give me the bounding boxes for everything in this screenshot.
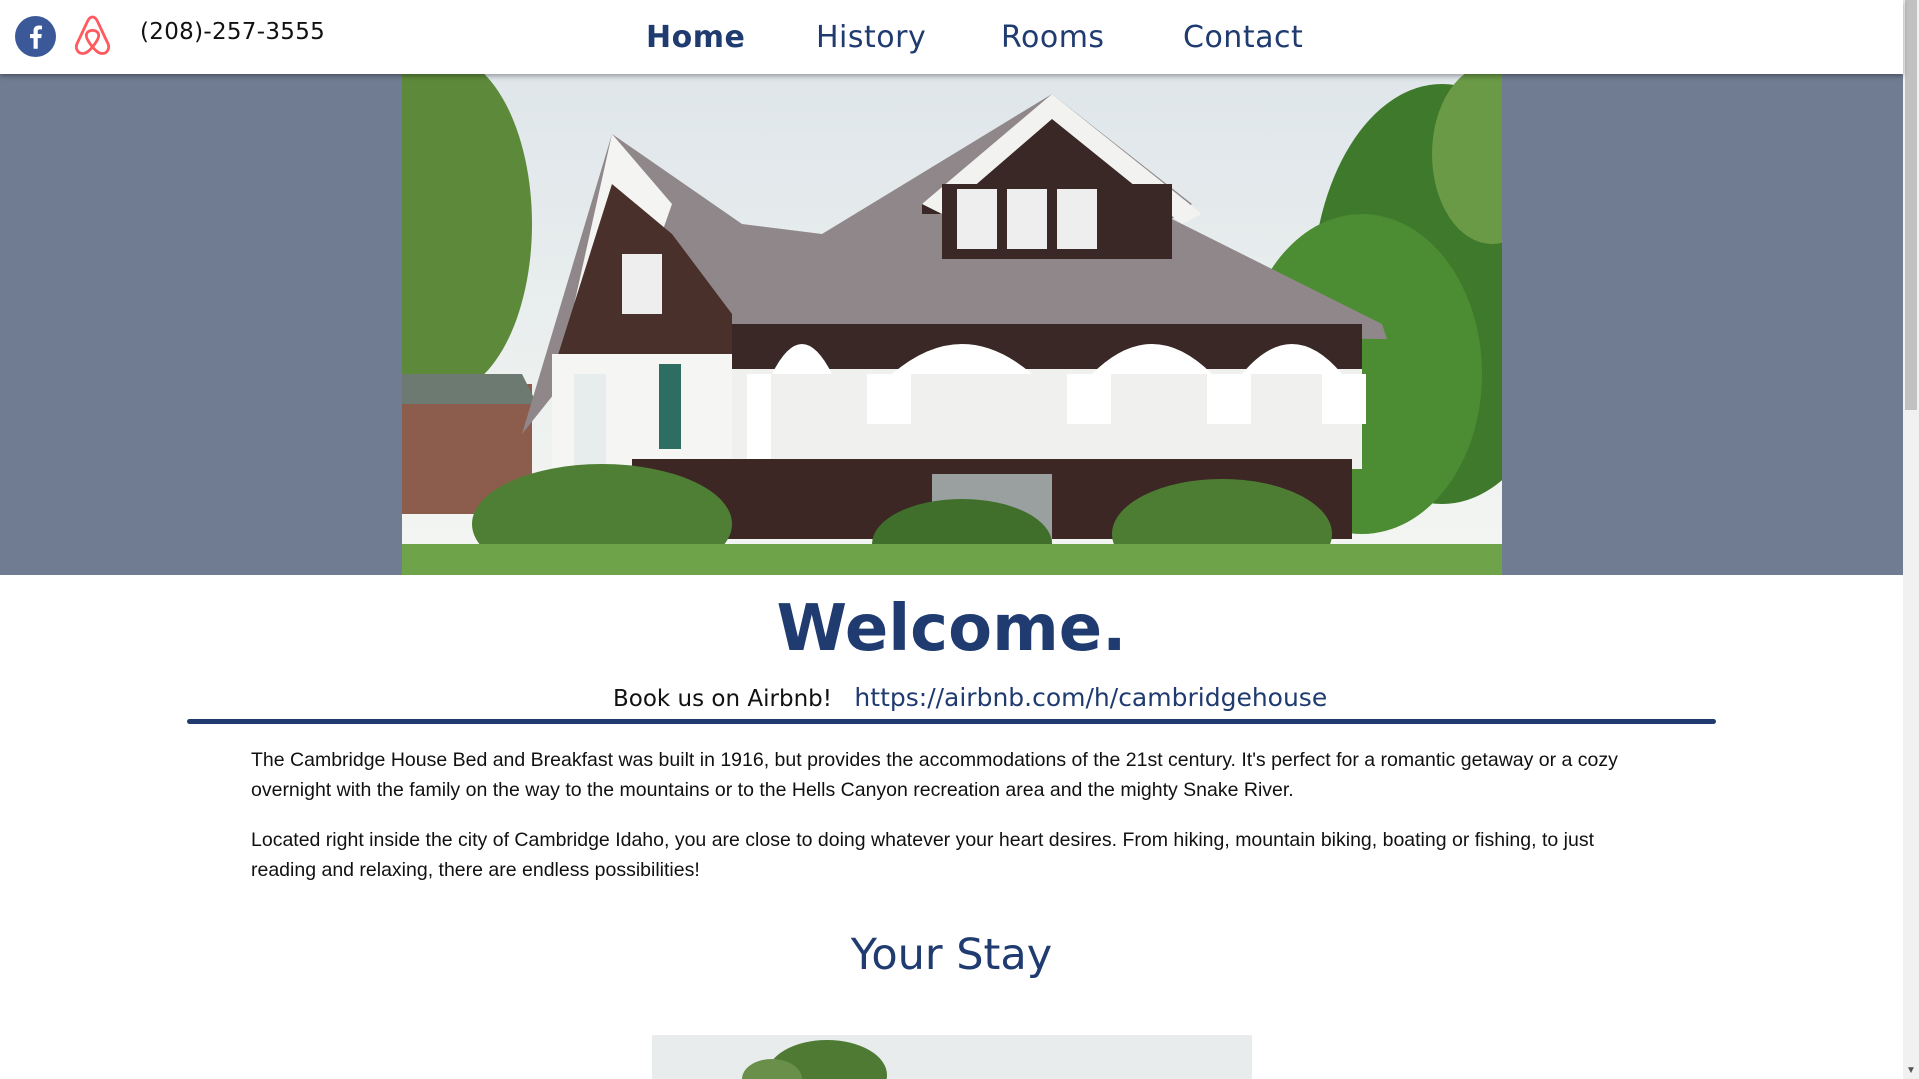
book-row: Book us on Airbnb! https://airbnb.com/h/… — [613, 683, 1327, 712]
nav-history[interactable]: History — [816, 20, 926, 55]
airbnb-link[interactable]: https://airbnb.com/h/cambridgehouse — [854, 683, 1327, 712]
location-paragraph: Located right inside the city of Cambrid… — [251, 829, 1594, 881]
site-header: (208)-257-3555 Home History Rooms Contac… — [0, 0, 1903, 74]
your-stay-heading: Your Stay — [850, 930, 1053, 980]
welcome-heading: Welcome. — [776, 592, 1127, 666]
scroll-down-arrow-icon[interactable]: ▼ — [1903, 1063, 1919, 1079]
book-label: Book us on Airbnb! — [613, 686, 832, 712]
scrollbar-thumb[interactable] — [1905, 0, 1917, 410]
page-scrollbar[interactable]: ▼ — [1903, 0, 1919, 1079]
stay-photo — [652, 1035, 1252, 1079]
section-divider — [187, 719, 1716, 724]
intro-paragraph: The Cambridge House Bed and Breakfast wa… — [251, 749, 1618, 801]
nav-home[interactable]: Home — [646, 20, 745, 55]
nav-rooms[interactable]: Rooms — [1001, 20, 1105, 55]
nav-contact[interactable]: Contact — [1183, 20, 1303, 55]
main-nav: Home History Rooms Contact — [0, 0, 1903, 74]
hero-banner — [0, 74, 1903, 575]
house-photo — [402, 74, 1502, 575]
